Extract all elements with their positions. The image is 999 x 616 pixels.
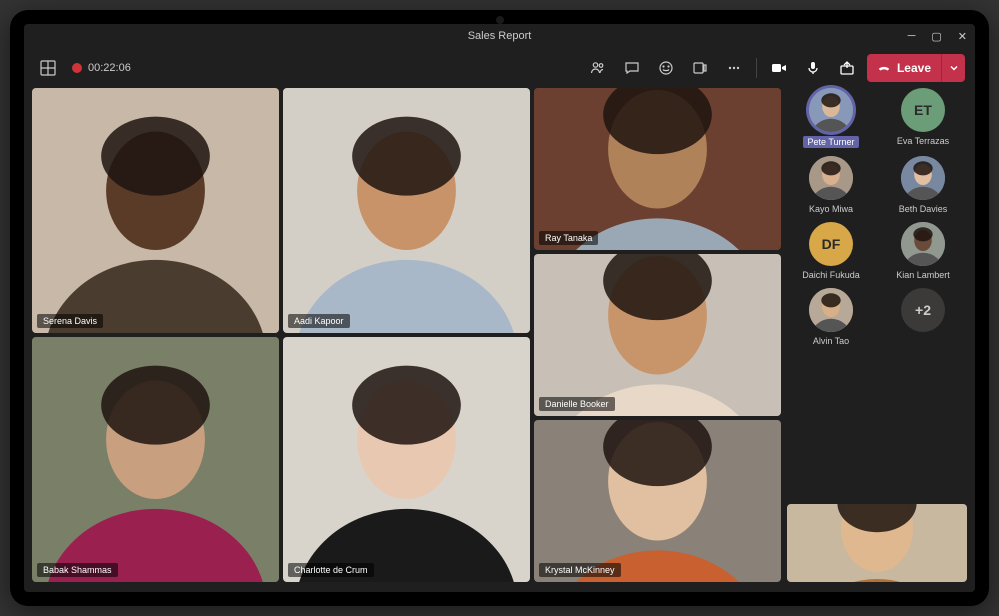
participant-item[interactable]: Alvin Tao xyxy=(787,288,875,346)
chat-button[interactable] xyxy=(618,54,646,82)
recording-indicator: 00:22:06 xyxy=(72,62,131,74)
avatar-photo xyxy=(809,288,853,332)
reactions-button[interactable] xyxy=(652,54,680,82)
video-tile-krystal[interactable]: Krystal McKinney xyxy=(534,420,781,582)
participant-name: Eva Terrazas xyxy=(897,136,949,146)
avatar-photo xyxy=(809,88,853,132)
mic-button[interactable] xyxy=(799,54,827,82)
divider xyxy=(756,58,757,78)
record-dot-icon xyxy=(72,63,82,73)
participant-grid: Pete Turner ET Eva Terrazas Kayo Miwa Beth… xyxy=(787,88,967,346)
window-title: Sales Report xyxy=(468,30,532,42)
device-camera xyxy=(496,16,504,24)
participant-name-tag: Charlotte de Crum xyxy=(288,563,374,577)
avatar-initials: DF xyxy=(809,222,853,266)
video-tile-aadi[interactable]: Aadi Kapoor xyxy=(283,88,530,333)
video-grid: Serena Davis Aadi Kapoor Ray Tanaka Dani… xyxy=(32,88,781,582)
more-button[interactable] xyxy=(720,54,748,82)
overflow-count: +2 xyxy=(901,288,945,332)
participant-item[interactable]: DF Daichi Fukuda xyxy=(787,222,875,280)
video-tile-danielle[interactable]: Danielle Booker xyxy=(534,254,781,416)
close-button[interactable]: ✕ xyxy=(958,30,967,43)
participant-name-tag: Krystal McKinney xyxy=(539,563,621,577)
self-preview[interactable] xyxy=(787,504,967,582)
window-controls: ─ ▢ ✕ xyxy=(908,30,967,43)
rooms-button[interactable] xyxy=(686,54,714,82)
participant-name-tag: Serena Davis xyxy=(37,314,103,328)
participant-item[interactable]: Pete Turner xyxy=(787,88,875,148)
share-button[interactable] xyxy=(833,54,861,82)
leave-button[interactable]: Leave xyxy=(867,54,965,82)
avatar-photo xyxy=(901,222,945,266)
participant-name-tag: Ray Tanaka xyxy=(539,231,598,245)
video-tile-ray[interactable]: Ray Tanaka xyxy=(534,88,781,250)
overflow-participants[interactable]: +2 xyxy=(879,288,967,346)
participant-name: Alvin Tao xyxy=(813,336,849,346)
leave-label: Leave xyxy=(897,61,931,75)
avatar-photo xyxy=(901,156,945,200)
video-tile-charlotte[interactable]: Charlotte de Crum xyxy=(283,337,530,582)
participant-name: Pete Turner xyxy=(803,136,858,148)
participant-name: Beth Davies xyxy=(899,204,948,214)
main-area: Serena Davis Aadi Kapoor Ray Tanaka Dani… xyxy=(24,88,975,592)
video-tile-serena[interactable]: Serena Davis xyxy=(32,88,279,333)
participant-item[interactable]: ET Eva Terrazas xyxy=(879,88,967,148)
participant-item[interactable]: Kayo Miwa xyxy=(787,156,875,214)
titlebar: Sales Report ─ ▢ ✕ xyxy=(24,24,975,48)
participant-name-tag: Aadi Kapoor xyxy=(288,314,350,328)
participants-panel: Pete Turner ET Eva Terrazas Kayo Miwa Beth… xyxy=(787,88,967,582)
camera-button[interactable] xyxy=(765,54,793,82)
participant-name: Kayo Miwa xyxy=(809,204,853,214)
participant-item[interactable]: Kian Lambert xyxy=(879,222,967,280)
video-tile-babak[interactable]: Babak Shammas xyxy=(32,337,279,582)
participant-name-tag: Babak Shammas xyxy=(37,563,118,577)
layout-button[interactable] xyxy=(34,54,62,82)
avatar-initials: ET xyxy=(901,88,945,132)
hangup-icon xyxy=(877,61,891,75)
participant-name-tag: Danielle Booker xyxy=(539,397,615,411)
app-window: Sales Report ─ ▢ ✕ 00:22:06 xyxy=(24,24,975,592)
participant-name: Kian Lambert xyxy=(896,270,950,280)
people-button[interactable] xyxy=(584,54,612,82)
leave-dropdown[interactable] xyxy=(941,54,965,82)
maximize-button[interactable]: ▢ xyxy=(931,30,941,43)
meeting-timer: 00:22:06 xyxy=(88,62,131,74)
meeting-toolbar: 00:22:06 xyxy=(24,48,975,88)
minimize-button[interactable]: ─ xyxy=(908,30,916,43)
avatar-photo xyxy=(809,156,853,200)
participant-name: Daichi Fukuda xyxy=(802,270,860,280)
participant-item[interactable]: Beth Davies xyxy=(879,156,967,214)
tablet-frame: Sales Report ─ ▢ ✕ 00:22:06 xyxy=(10,10,989,606)
